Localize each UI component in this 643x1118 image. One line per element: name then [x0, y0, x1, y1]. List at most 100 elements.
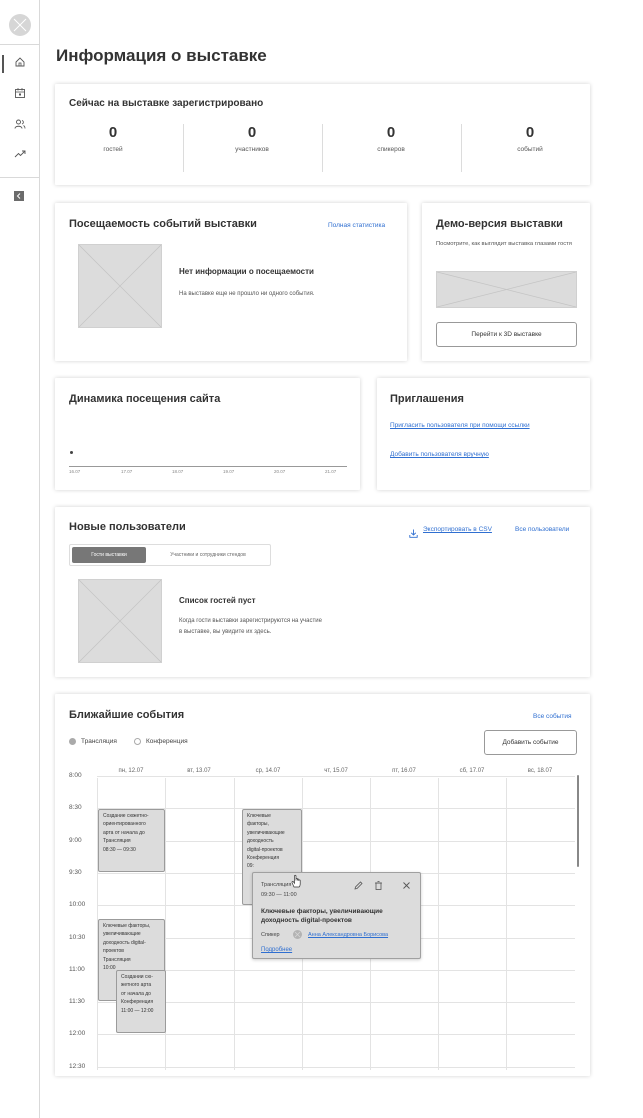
calendar-time-label: 10:30	[69, 934, 86, 941]
event-text: Ключевые	[247, 813, 271, 819]
users-icon	[14, 117, 26, 135]
hand-cursor-icon	[290, 874, 304, 888]
demo-card: Демо-версия выставки Посмотрите, как выг…	[422, 203, 590, 361]
chevron-left-icon	[15, 187, 23, 205]
trending-up-icon	[14, 147, 26, 165]
add-event-button[interactable]: Добавить событие	[484, 730, 577, 755]
pencil-icon[interactable]	[354, 881, 363, 890]
calendar-day-header: сб, 17.07	[459, 768, 485, 774]
demo-preview-image	[436, 271, 577, 308]
legend-conference-dot	[134, 738, 141, 745]
popup-title-line: доходность digital-проектов	[261, 917, 352, 924]
event-time: 09:	[247, 863, 254, 870]
home-icon	[14, 55, 26, 73]
avatar	[293, 930, 302, 939]
all-events-link[interactable]: Все события	[533, 713, 571, 720]
collapse-sidebar-button[interactable]	[14, 191, 24, 201]
stat-guests-value: 0	[108, 124, 118, 141]
grid-line	[234, 778, 235, 1070]
calendar-day-header: пт, 16.07	[392, 768, 416, 774]
event-time: 11:00 — 12:00	[121, 1007, 154, 1014]
calendar-time-label: 12:00	[69, 1030, 86, 1037]
tick-label: 18.07	[172, 469, 184, 474]
event-type: Конференция	[121, 999, 154, 1006]
tick-label: 17.07	[121, 469, 133, 474]
event-text: увеличивающие	[247, 829, 285, 836]
invitations-card: Приглашения Пригласить пользователя при …	[377, 378, 590, 490]
guests-empty-text: в выставке, вы увидите их здесь.	[179, 629, 272, 635]
event-text: жетного арта	[121, 982, 152, 989]
tick-label: 20.07	[274, 469, 286, 474]
tick-label: 19.07	[223, 469, 235, 474]
user-tabs: Гости выставки Участники и сотрудники ст…	[69, 544, 271, 566]
new-users-title: Новые пользователи	[69, 521, 186, 533]
calendar-scrollbar[interactable]	[577, 775, 579, 867]
stat-events-value: 0	[525, 124, 535, 141]
site-dynamics-card: Динамика посещения сайта 16.07 17.07 18.…	[55, 378, 360, 490]
site-dynamics-title: Динамика посещения сайта	[69, 393, 221, 405]
new-users-card: Новые пользователи Экспортировать в CSV …	[55, 507, 590, 677]
event-type: Конференция	[247, 855, 280, 862]
stat-events-label: событий	[517, 146, 543, 153]
grid-line	[97, 1002, 575, 1003]
attendance-card: Посещаемость событий выставки Полная ста…	[55, 203, 407, 361]
chart-data-point	[70, 451, 73, 454]
popup-more-link[interactable]: Подробнее	[261, 947, 292, 953]
calendar-time-label: 9:30	[69, 869, 82, 876]
event-time: 08:30 — 09:30	[103, 846, 136, 853]
legend-stream[interactable]: Трансляция	[69, 738, 117, 745]
calendar-day-header: чт, 15.07	[324, 768, 348, 774]
event-text: digital-проектов	[247, 846, 283, 853]
stat-speakers-value: 0	[386, 124, 396, 141]
attendance-empty-title: Нет информации о посещаемости	[179, 267, 314, 276]
image-placeholder	[78, 244, 162, 328]
invite-by-link[interactable]: Пригласить пользователя при помощи ссылк…	[390, 422, 530, 429]
export-csv-label: Экспортировать в CSV	[423, 526, 492, 533]
sidebar-item-users[interactable]	[0, 115, 40, 137]
registered-card: Сейчас на выставке зарегистрировано 0 го…	[55, 84, 590, 185]
demo-text: Посмотрите, как выглядит выставка глазам…	[436, 241, 572, 247]
calendar-event[interactable]: Создание сюжетно- ориентированного арта …	[98, 809, 165, 872]
event-type: Трансляция	[103, 956, 131, 963]
sidebar	[0, 0, 40, 1118]
tab-participants[interactable]: Участники и сотрудники стендов	[148, 547, 268, 563]
popup-type: Трансляция	[261, 882, 292, 888]
grid-line	[97, 970, 575, 971]
popup-title: Ключевые факторы, увеличивающие доходнос…	[261, 907, 383, 925]
trash-icon[interactable]	[374, 881, 383, 890]
attendance-empty-text: На выставке еще не прошло ни одного собы…	[179, 291, 315, 297]
calendar-time-label: 10:00	[69, 901, 86, 908]
legend-stream-label: Трансляция	[81, 738, 117, 745]
download-icon	[409, 525, 418, 538]
legend-conference[interactable]: Конференция	[134, 738, 188, 745]
export-csv-button[interactable]: Экспортировать в CSV	[409, 525, 492, 538]
calendar-event[interactable]: Создании сю- жетного арта от начала до К…	[116, 970, 166, 1033]
guests-empty-text: Когда гости выставки зарегистрируются на…	[179, 618, 322, 624]
event-text: ориентированного	[103, 821, 146, 828]
sidebar-item-analytics[interactable]	[0, 145, 40, 167]
stat-guests: 0 гостей	[44, 124, 182, 153]
tab-guests[interactable]: Гости выставки	[72, 547, 146, 563]
tick-label: 21.07	[325, 469, 337, 474]
sidebar-item-home[interactable]	[0, 53, 40, 75]
calendar-time-label: 9:00	[69, 837, 82, 844]
close-icon[interactable]	[402, 881, 411, 890]
popup-title-line: Ключевые факторы, увеличивающие	[261, 908, 383, 915]
stat-speakers-label: спикеров	[377, 146, 405, 153]
popup-speaker-label: Спикер	[261, 932, 280, 938]
add-user-manually-link[interactable]: Добавить пользователя вручную	[390, 451, 489, 458]
go-to-3d-button[interactable]: Перейти к 3D выставке	[436, 322, 577, 347]
grid-line	[97, 1034, 575, 1035]
image-placeholder	[78, 579, 162, 663]
grid-line	[97, 808, 575, 809]
popup-speaker-name[interactable]: Анна Александровна Борисова	[308, 932, 388, 938]
logo-icon[interactable]	[9, 14, 31, 36]
all-users-link[interactable]: Все пользователи	[515, 526, 569, 533]
event-text: проектов	[103, 948, 124, 955]
event-text: Создании сю-	[121, 974, 153, 980]
sidebar-item-calendar[interactable]	[0, 84, 40, 106]
popup-time: 09:30 — 11:00	[261, 892, 297, 898]
event-text: Создание сюжетно-	[103, 813, 149, 819]
stat-speakers: 0 спикеров	[322, 124, 460, 153]
full-stats-link[interactable]: Полная статистика	[328, 222, 385, 229]
